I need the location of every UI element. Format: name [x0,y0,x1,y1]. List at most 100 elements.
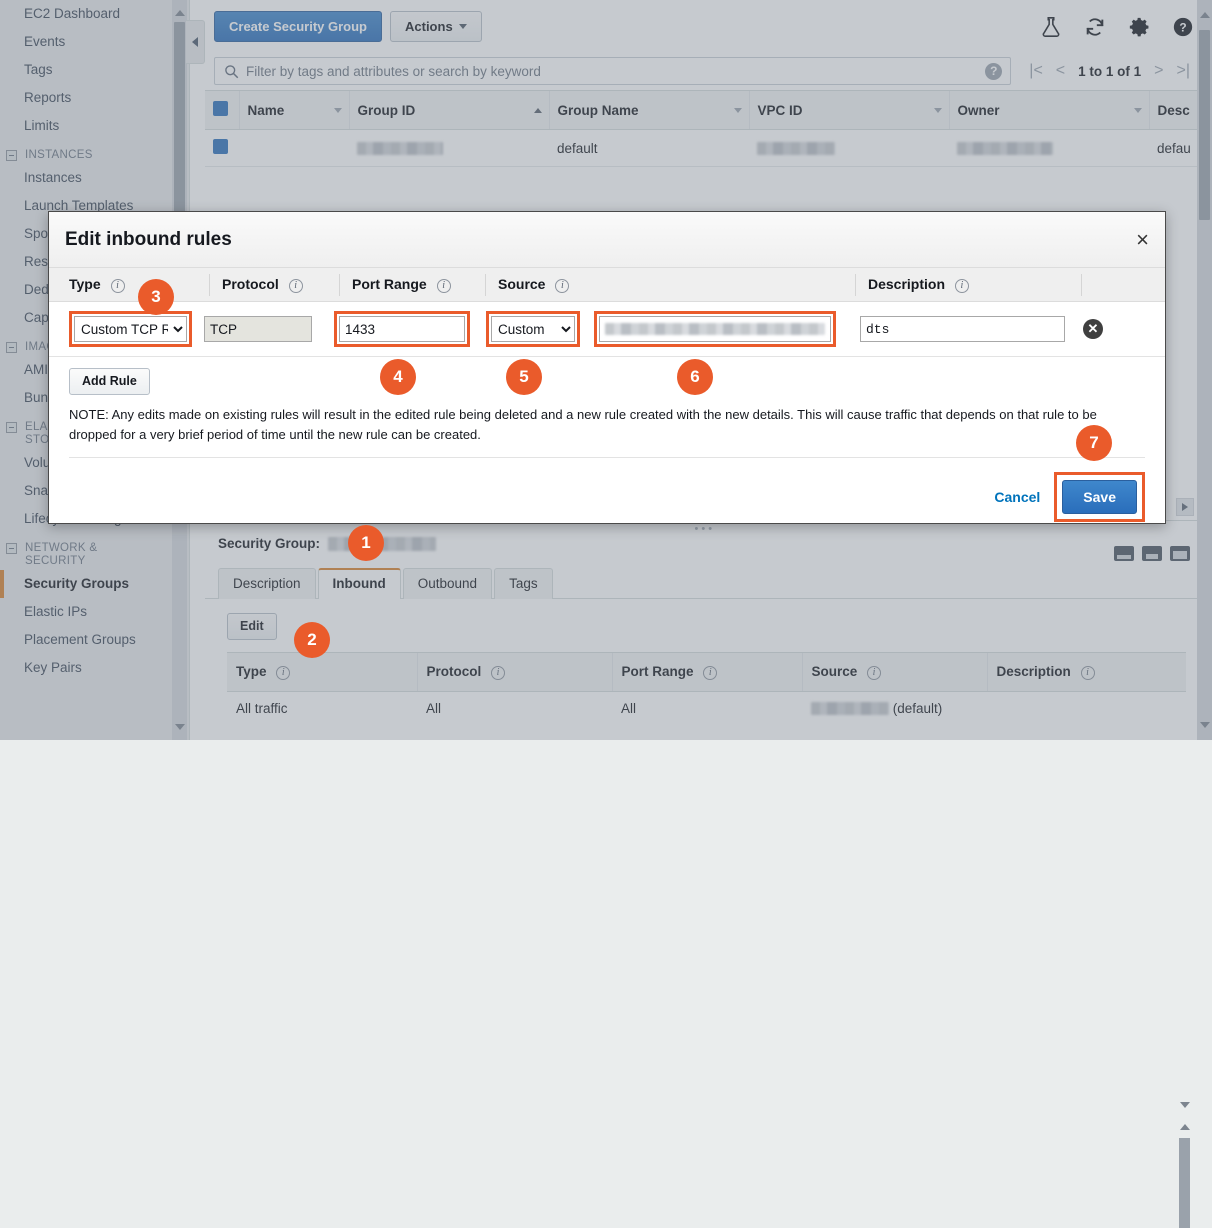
sidebar-item-elastic-ips[interactable]: Elastic IPs [0,598,189,626]
info-icon[interactable]: i [436,278,451,293]
rule-source-type-select[interactable]: Custom [491,316,575,342]
column-header-group-name[interactable]: Group Name [548,90,749,130]
source-type-highlight: Custom [486,311,580,347]
sidebar-scroll-down-icon[interactable] [175,724,185,730]
view-mode-split-bottom-icon[interactable] [1114,546,1134,561]
inbound-rule-row: All traffic All All (default) [227,692,1186,726]
help-icon[interactable]: ? [1172,16,1194,38]
sidebar-scroll-up-icon[interactable] [175,10,185,16]
rule-port-range-input[interactable] [339,316,465,342]
collapse-icon[interactable] [6,342,17,353]
panel-scroll-right-button[interactable] [1176,498,1194,516]
search-field-wrapper[interactable]: ? [214,57,1012,85]
column-header-group-id[interactable]: Group ID [348,90,549,130]
search-help-icon[interactable]: ? [985,62,1003,80]
inbound-scroll-up-icon[interactable] [1180,1124,1190,1130]
select-all-checkbox[interactable] [213,101,228,116]
sidebar-item-tags[interactable]: Tags [0,56,189,84]
info-icon[interactable]: i [110,278,125,293]
sidebar-section-label: INSTANCES [25,149,93,161]
sidebar-item-instances[interactable]: Instances [0,164,189,192]
sort-asc-icon[interactable] [533,108,542,113]
tab-description[interactable]: Description [218,568,316,599]
sort-desc-icon[interactable] [1133,108,1142,113]
sidebar-item-security-groups[interactable]: Security Groups [0,570,189,598]
search-input[interactable] [246,63,986,79]
info-icon[interactable]: i [288,278,303,293]
sidebar-item-ec2-dashboard[interactable]: EC2 Dashboard [0,0,189,28]
sidebar-item-placement-groups[interactable]: Placement Groups [0,626,189,654]
column-header-name[interactable]: Name [238,90,349,130]
rule-source-detail-input[interactable] [599,316,831,342]
save-button[interactable]: Save [1062,480,1137,514]
pagination-last-button[interactable]: >| [1177,63,1191,79]
info-icon[interactable]: i [555,278,570,293]
sidebar-item-key-pairs[interactable]: Key Pairs [0,654,189,682]
collapse-icon[interactable] [6,150,17,161]
collapse-icon[interactable] [6,543,17,554]
column-label: Protocol [222,275,279,292]
cell-owner [949,129,1149,167]
table-row[interactable]: default defau [205,129,1212,167]
panel-resize-grip[interactable]: ••• [695,523,716,535]
tab-inbound[interactable]: Inbound [317,568,401,599]
info-icon[interactable]: i [703,666,718,680]
inbound-cell-description [987,692,1186,726]
content-scrollbar[interactable] [1197,0,1212,740]
pagination-first-button[interactable]: |< [1029,63,1043,79]
content-scroll-thumb[interactable] [1199,30,1210,220]
column-header-owner[interactable]: Owner [948,90,1149,130]
tab-outbound[interactable]: Outbound [402,568,493,599]
security-group-label: Security Group: [218,536,321,551]
inbound-scroll-thumb[interactable] [1179,1138,1190,1228]
flask-icon[interactable] [1040,16,1062,38]
collapse-icon[interactable] [6,422,17,433]
rule-description-input[interactable] [860,316,1065,342]
rule-column-description: Description i [855,273,1081,296]
cancel-button[interactable]: Cancel [984,481,1050,513]
gear-icon[interactable] [1128,16,1150,38]
delete-rule-icon[interactable]: ✕ [1083,319,1103,339]
column-header-vpc-id[interactable]: VPC ID [748,90,949,130]
sidebar-section-network-security[interactable]: NETWORK & SECURITY [0,533,189,570]
tab-tags[interactable]: Tags [494,568,553,599]
view-mode-full-icon[interactable] [1170,546,1190,561]
sort-desc-icon[interactable] [933,108,942,113]
view-mode-split-narrow-icon[interactable] [1142,546,1162,561]
column-label: Type [69,275,101,292]
sort-desc-icon[interactable] [733,108,742,113]
rule-type-select[interactable]: Custom TCP R [74,316,187,342]
callout-badge-3: 3 [138,279,174,315]
inbound-column-source: Source i [801,652,987,692]
info-icon[interactable]: i [954,278,969,293]
close-icon[interactable]: × [1136,228,1149,251]
save-highlight: Save [1054,472,1145,522]
inbound-scroll-down-icon[interactable] [1180,1102,1190,1108]
pagination-prev-button[interactable]: < [1056,63,1065,79]
content-scroll-down-icon[interactable] [1200,722,1210,728]
select-all-header[interactable] [205,90,239,130]
edit-inbound-rules-button[interactable]: Edit [227,613,277,640]
row-select-cell[interactable] [205,129,239,167]
sidebar-collapse-button[interactable] [186,20,205,64]
info-icon[interactable]: i [276,666,291,680]
info-icon[interactable]: i [1080,666,1095,680]
column-label: Group ID [357,102,416,118]
row-checkbox[interactable] [213,139,228,154]
info-icon[interactable]: i [491,666,506,680]
refresh-icon[interactable] [1084,16,1106,38]
pagination-next-button[interactable]: > [1154,63,1163,79]
content-scroll-up-icon[interactable] [1200,12,1210,18]
inbound-cell-source: (default) [802,692,987,726]
add-rule-button[interactable]: Add Rule [69,368,150,395]
sidebar-section-instances[interactable]: INSTANCES [0,140,189,164]
sidebar-item-reports[interactable]: Reports [0,84,189,112]
view-mode-toggles [1114,546,1190,561]
sort-desc-icon[interactable] [333,108,342,113]
dialog-header: Edit inbound rules × [49,212,1165,268]
info-icon[interactable]: i [867,666,882,680]
sidebar-item-events[interactable]: Events [0,28,189,56]
create-security-group-button[interactable]: Create Security Group [214,11,382,42]
sidebar-item-limits[interactable]: Limits [0,112,189,140]
actions-button[interactable]: Actions [390,11,482,42]
